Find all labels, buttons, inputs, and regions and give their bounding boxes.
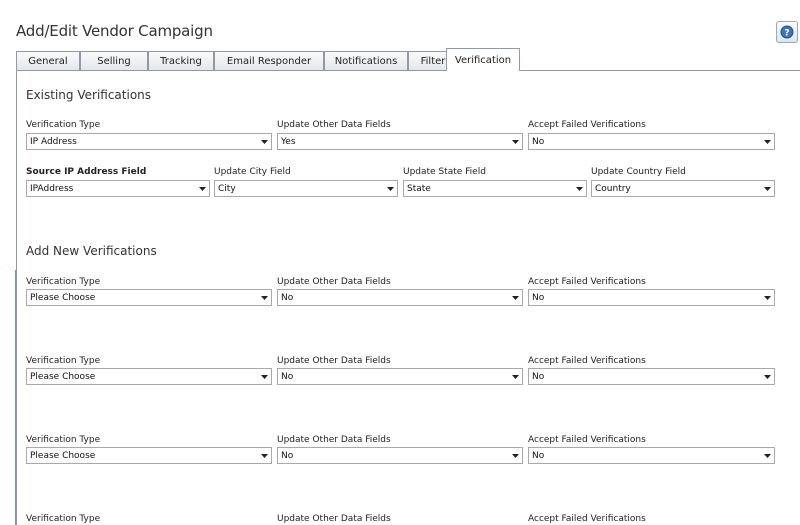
accept-failed-select[interactable]: No (528, 133, 775, 150)
tab-label: Verification (454, 54, 512, 66)
select-value: Please Choose (30, 292, 96, 303)
select-value: No (532, 450, 545, 461)
dropdown-arrow-icon (257, 290, 271, 305)
accept-failed-label: Accept Failed Verifications (528, 514, 646, 524)
dropdown-arrow-icon (257, 369, 271, 384)
update-other-fields-label: Update Other Data Fields (277, 356, 391, 366)
update-other-fields-label: Update Other Data Fields (277, 277, 391, 287)
select-value: No (281, 450, 294, 461)
tab-label: Selling (97, 56, 131, 67)
verification-type-label: Verification Type (26, 435, 101, 445)
accept-failed-label: Accept Failed Verifications (528, 435, 646, 445)
accept-failed-label: Accept Failed Verifications (528, 277, 646, 287)
update-other-fields-select[interactable]: Yes (277, 133, 523, 150)
tab-label: Filter (420, 56, 446, 67)
update-other-fields-label: Update Other Data Fields (277, 435, 391, 445)
update-country-field-select[interactable]: Country (591, 180, 775, 197)
select-value: No (532, 292, 545, 303)
update-other-fields-label: Update Other Data Fields (277, 120, 391, 130)
help-icon: ? (780, 25, 794, 39)
svg-text:?: ? (784, 29, 789, 39)
select-value: State (407, 183, 431, 194)
dropdown-arrow-icon (760, 369, 774, 384)
update-state-field-label: Update State Field (403, 167, 486, 177)
select-value: IPAddress (30, 183, 74, 194)
verification-type-label: Verification Type (26, 514, 101, 524)
tab-label: General (28, 56, 68, 67)
tab-tracking[interactable]: Tracking (148, 51, 214, 71)
dropdown-arrow-icon (508, 369, 522, 384)
tab-label: Notifications (334, 56, 398, 67)
select-value: No (281, 292, 294, 303)
new-update-other-fields-select[interactable]: No (277, 289, 523, 306)
dropdown-arrow-icon (508, 448, 522, 463)
new-update-other-fields-select[interactable]: No (277, 368, 523, 385)
tab-notifications[interactable]: Notifications (324, 51, 408, 71)
update-city-field-select[interactable]: City (214, 180, 398, 197)
select-value: No (281, 371, 294, 382)
page-title: Add/Edit Vendor Campaign (16, 22, 213, 40)
new-accept-failed-select[interactable]: No (528, 289, 775, 306)
select-value: Please Choose (30, 371, 96, 382)
verification-type-label: Verification Type (26, 356, 101, 366)
tab-label: Email Responder (226, 56, 312, 67)
source-ip-field-select[interactable]: IPAddress (26, 180, 210, 197)
accept-failed-label: Accept Failed Verifications (528, 356, 646, 366)
new-verification-type-select[interactable]: Please Choose (26, 368, 272, 385)
dropdown-arrow-icon (760, 290, 774, 305)
dropdown-arrow-icon (195, 181, 209, 196)
tab-general[interactable]: General (16, 51, 80, 71)
verification-type-label: Verification Type (26, 277, 101, 287)
dropdown-arrow-icon (383, 181, 397, 196)
panel-accent-line (15, 270, 16, 525)
add-new-verifications-heading: Add New Verifications (26, 244, 157, 258)
update-state-field-select[interactable]: State (403, 180, 587, 197)
select-value: IP Address (30, 136, 77, 147)
verification-type-label: Verification Type (26, 120, 101, 130)
existing-verifications-heading: Existing Verifications (26, 88, 152, 102)
tab-verification[interactable]: Verification (446, 48, 520, 71)
update-country-field-label: Update Country Field (591, 167, 686, 177)
new-accept-failed-select[interactable]: No (528, 447, 775, 464)
dropdown-arrow-icon (760, 448, 774, 463)
dropdown-arrow-icon (508, 290, 522, 305)
new-verification-type-select[interactable]: Please Choose (26, 289, 272, 306)
update-city-field-label: Update City Field (214, 167, 291, 177)
dropdown-arrow-icon (257, 134, 271, 149)
new-accept-failed-select[interactable]: No (528, 368, 775, 385)
select-value: Yes (281, 136, 296, 147)
select-value: No (532, 136, 545, 147)
select-value: Country (595, 183, 631, 194)
dropdown-arrow-icon (760, 181, 774, 196)
select-value: No (532, 371, 545, 382)
tab-selling[interactable]: Selling (80, 51, 148, 71)
help-button[interactable]: ? (776, 21, 798, 43)
verification-type-select[interactable]: IP Address (26, 133, 272, 150)
source-ip-field-label: Source IP Address Field (26, 167, 147, 177)
tab-label: Tracking (160, 56, 202, 67)
new-verification-type-select[interactable]: Please Choose (26, 447, 272, 464)
select-value: Please Choose (30, 450, 96, 461)
dropdown-arrow-icon (572, 181, 586, 196)
new-update-other-fields-select[interactable]: No (277, 447, 523, 464)
accept-failed-label: Accept Failed Verifications (528, 120, 646, 130)
dropdown-arrow-icon (760, 134, 774, 149)
dropdown-arrow-icon (257, 448, 271, 463)
select-value: City (218, 183, 236, 194)
update-other-fields-label: Update Other Data Fields (277, 514, 391, 524)
dropdown-arrow-icon (508, 134, 522, 149)
tab-email-responder[interactable]: Email Responder (214, 51, 324, 71)
